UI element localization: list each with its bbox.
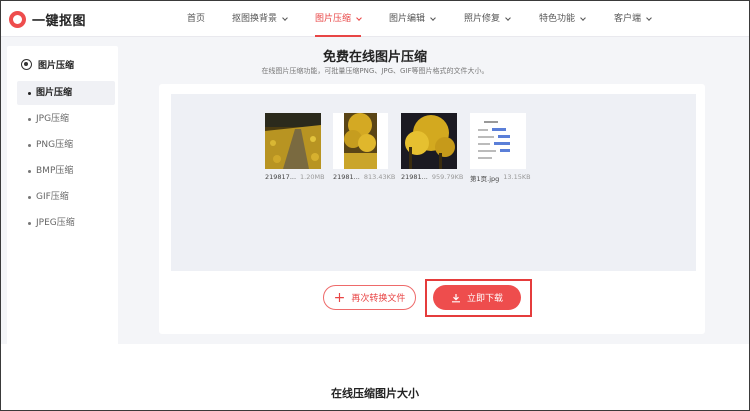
download-icon (451, 293, 460, 302)
nav-label: 抠图换背景 (232, 14, 278, 24)
ginkgo-night-photo-icon (401, 113, 457, 169)
nav-label: 首页 (187, 14, 206, 24)
nav-label: 图片压缩 (315, 14, 352, 24)
nav-label: 客户端 (614, 14, 642, 24)
document-page-thumbnail-icon (470, 113, 526, 169)
chevron-down-icon (356, 14, 362, 21)
file-size: 813.43KB (363, 173, 396, 181)
chevron-down-icon (646, 14, 652, 21)
file-name: 21981... (401, 173, 428, 181)
file-name: 第1页.jpg (470, 175, 500, 183)
file-caption: 21981... 813.43KB (333, 173, 395, 181)
plus-icon: + (333, 289, 346, 306)
nav-item-cutout[interactable]: 抠图换背景 (232, 1, 288, 37)
nav-item-features[interactable]: 特色功能 (539, 1, 586, 37)
file-thumbnail[interactable] (470, 113, 526, 169)
logo-icon (9, 11, 26, 28)
file-thumbnail[interactable] (333, 113, 388, 169)
nav-label: 特色功能 (539, 14, 576, 24)
chevron-down-icon (580, 14, 586, 21)
nav-label: 照片修复 (464, 14, 501, 24)
file-caption: 219817... 1.20MB (265, 173, 325, 181)
section-title: 在线压缩图片大小 (331, 387, 419, 400)
nav-item-repair[interactable]: 照片修复 (464, 1, 511, 37)
ginkgo-road-photo-icon (265, 113, 321, 169)
ginkgo-tree-photo-icon (333, 113, 388, 169)
nav-item-client[interactable]: 客户端 (614, 1, 652, 37)
sidebar-item-bmp[interactable]: BMP压缩 (17, 159, 115, 183)
file-size: 959.79KB (431, 173, 464, 181)
file-thumbnail[interactable] (401, 113, 457, 169)
page-title: 免费在线图片压缩 (322, 50, 427, 65)
file-size: 1.20MB (300, 173, 325, 181)
sidebar: 图片压缩 图片压缩 JPG压缩 PNG压缩 BMP压缩 GIF压缩 JPEG压缩 (7, 46, 118, 376)
sidebar-item-gif[interactable]: GIF压缩 (17, 185, 115, 209)
top-navigation-bar: 一键抠图 首页 抠图换背景 图片压缩 图片编辑 照片修复 特色功能 客户端 (1, 1, 749, 37)
chevron-down-icon (505, 14, 511, 21)
file-size: 13.15KB (503, 173, 531, 181)
sidebar-item-jpg[interactable]: JPG压缩 (17, 107, 115, 131)
nav-label: 图片编辑 (389, 14, 426, 24)
sidebar-item-png[interactable]: PNG压缩 (17, 133, 115, 157)
logo[interactable]: 一键抠图 (9, 10, 86, 29)
chevron-down-icon (282, 14, 288, 21)
nav-item-compress[interactable]: 图片压缩 (315, 1, 362, 37)
sidebar-item-jpeg[interactable]: JPEG压缩 (17, 211, 115, 235)
sidebar-item-image-compress[interactable]: 图片压缩 (17, 81, 115, 105)
file-caption: 21981... 959.79KB (401, 173, 463, 181)
active-nav-underline (315, 35, 362, 37)
convert-again-label: 再次转换文件 (351, 294, 406, 304)
convert-again-button[interactable]: + 再次转换文件 (323, 285, 416, 310)
download-now-label: 立即下载 (466, 294, 503, 304)
download-now-button[interactable]: 立即下载 (433, 285, 521, 310)
file-caption: 第1页.jpg 13.15KB (470, 173, 531, 183)
chevron-down-icon (430, 14, 436, 21)
file-name: 219817... (265, 173, 297, 181)
nav-item-home[interactable]: 首页 (187, 1, 205, 37)
page-subtitle: 在线图片压缩功能，可批量压缩PNG、JPG、GIF等图片格式的文件大小。 (261, 67, 489, 75)
file-thumbnail[interactable] (265, 113, 321, 169)
file-name: 21981... (333, 173, 360, 181)
nav-item-edit[interactable]: 图片编辑 (389, 1, 436, 37)
logo-text: 一键抠图 (32, 14, 87, 29)
